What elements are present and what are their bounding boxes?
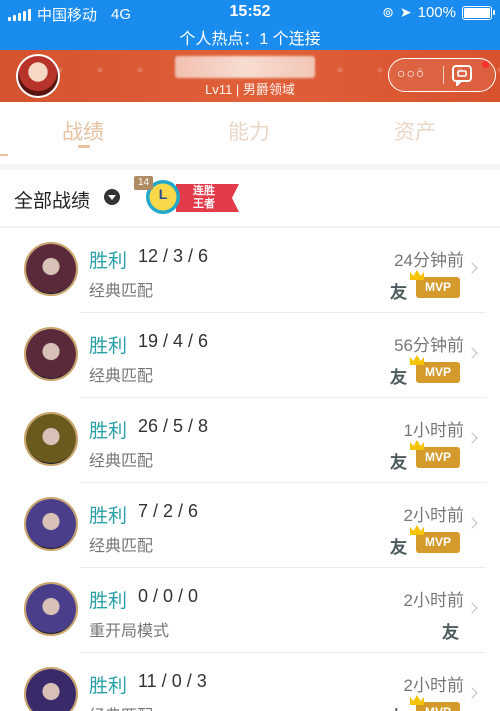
mvp-label: MVP bbox=[424, 450, 451, 464]
match-time: 2小时前 bbox=[403, 676, 464, 695]
tab-record[interactable]: 战绩 bbox=[62, 116, 104, 146]
tab-ability[interactable]: 能力 bbox=[228, 116, 270, 146]
match-row[interactable]: 胜利 19 / 4 / 6 经典匹配 56分钟前友 MVP bbox=[0, 313, 500, 398]
mvp-label: MVP bbox=[425, 705, 451, 711]
crown-icon bbox=[410, 525, 424, 535]
streak-line2: 王者 bbox=[193, 198, 215, 210]
crown-icon bbox=[410, 695, 424, 705]
status-right: ⊚ ➤ 100% bbox=[382, 4, 495, 21]
header-action-pill: ○○○ bbox=[388, 58, 496, 92]
mvp-label: MVP bbox=[424, 535, 451, 549]
hero-avatar bbox=[24, 582, 78, 636]
crown-icon bbox=[410, 355, 424, 365]
streak-line1: 连胜 bbox=[193, 185, 215, 197]
match-mode: 重开局模式 bbox=[89, 623, 170, 640]
chevron-right-icon bbox=[466, 432, 478, 444]
profile-header: Lv11 | 男爵领域 ○○○ bbox=[0, 50, 500, 102]
match-mode: 经典匹配 bbox=[89, 283, 154, 300]
match-result: 胜利 bbox=[89, 676, 128, 697]
match-row[interactable]: 胜利 0 / 0 / 0 重开局模式 2小时前友 bbox=[0, 568, 500, 653]
streak-ribbon: 连胜 王者 bbox=[176, 184, 239, 212]
friend-badge: 友 bbox=[390, 368, 407, 387]
match-result: 胜利 bbox=[89, 336, 128, 357]
notification-dot bbox=[482, 61, 489, 68]
mvp-badge: MVP bbox=[410, 695, 460, 711]
tab-assets[interactable]: 资产 bbox=[394, 116, 436, 146]
mvp-badge: MVP bbox=[410, 525, 460, 553]
match-row[interactable]: 胜利 26 / 5 / 8 经典匹配 1小时前友 MVP bbox=[0, 398, 500, 483]
match-result: 胜利 bbox=[89, 591, 128, 612]
records-filter-label[interactable]: 全部战绩 bbox=[14, 186, 90, 213]
match-row[interactable]: 胜利 11 / 0 / 3 经典匹配 2小时前友 MVP bbox=[0, 653, 500, 711]
chevron-right-icon bbox=[466, 602, 478, 614]
match-mode: 经典匹配 bbox=[89, 368, 154, 385]
hero-avatar bbox=[24, 242, 78, 296]
friend-badge: 友 bbox=[390, 283, 407, 302]
hero-portrait bbox=[26, 499, 76, 549]
friend-badge: 友 bbox=[390, 538, 407, 557]
chat-icon[interactable] bbox=[451, 64, 475, 86]
match-kda: 7 / 2 / 6 bbox=[138, 501, 199, 521]
hero-portrait bbox=[26, 244, 76, 294]
mvp-badge: MVP bbox=[410, 270, 460, 298]
match-kda: 12 / 3 / 6 bbox=[138, 246, 209, 266]
crown-icon bbox=[410, 440, 424, 450]
match-kda: 11 / 0 / 3 bbox=[138, 671, 207, 691]
tab-edge-mark bbox=[0, 154, 8, 156]
match-result: 胜利 bbox=[89, 421, 128, 442]
match-time: 1小时前 bbox=[403, 421, 464, 440]
chevron-right-icon bbox=[466, 517, 478, 529]
hero-avatar bbox=[24, 412, 78, 466]
match-time: 2小时前 bbox=[403, 506, 464, 525]
match-row[interactable]: 胜利 7 / 2 / 6 经典匹配 2小时前友 MVP bbox=[0, 483, 500, 568]
hero-avatar bbox=[24, 667, 78, 711]
mvp-badge: MVP bbox=[410, 355, 460, 383]
friend-badge: 友 bbox=[390, 453, 407, 472]
hero-avatar bbox=[24, 327, 78, 381]
chevron-right-icon bbox=[466, 347, 478, 359]
match-mode: 经典匹配 bbox=[89, 702, 153, 711]
match-result: 胜利 bbox=[89, 251, 128, 272]
mvp-label: MVP bbox=[424, 280, 451, 294]
rotation-lock-icon: ⊚ bbox=[382, 4, 394, 20]
chevron-down-icon[interactable] bbox=[104, 189, 120, 205]
hero-portrait bbox=[26, 584, 76, 634]
match-row[interactable]: 胜利 12 / 3 / 6 经典匹配 24分钟前友 MVP bbox=[0, 228, 500, 313]
location-icon: ➤ bbox=[399, 4, 412, 20]
crown-icon bbox=[410, 270, 424, 280]
tab-bar: 战绩 能力 资产 bbox=[0, 102, 500, 158]
chevron-right-icon bbox=[466, 687, 478, 699]
match-kda: 26 / 5 / 8 bbox=[138, 416, 209, 436]
mvp-label: MVP bbox=[424, 365, 451, 379]
match-kda: 0 / 0 / 0 bbox=[138, 586, 199, 606]
records-section-header: 全部战绩 连胜 王者 L 14 bbox=[0, 170, 500, 226]
match-time: 2小时前 bbox=[403, 591, 464, 610]
match-time: 56分钟前 bbox=[394, 336, 464, 355]
battery-percent: 100% bbox=[417, 4, 456, 21]
hero-avatar bbox=[24, 497, 78, 551]
hotspot-banner[interactable]: 个人热点：1 个连接 bbox=[0, 25, 500, 49]
more-button[interactable]: ○○○ bbox=[397, 65, 425, 81]
mvp-badge: MVP bbox=[410, 440, 460, 468]
chevron-right-icon bbox=[466, 262, 478, 274]
friend-badge: 友 bbox=[390, 703, 410, 711]
friend-badge: 友 bbox=[442, 623, 459, 642]
match-kda: 19 / 4 / 6 bbox=[138, 331, 209, 351]
battery-icon bbox=[462, 5, 495, 20]
pill-divider bbox=[443, 66, 444, 84]
player-name-blurred bbox=[175, 56, 315, 78]
win-streak-badge: 连胜 王者 L 14 bbox=[134, 176, 239, 216]
tab-active-indicator bbox=[78, 145, 90, 148]
match-mode: 经典匹配 bbox=[89, 453, 154, 470]
hero-portrait bbox=[26, 329, 76, 379]
streak-count: 14 bbox=[134, 176, 154, 190]
match-result: 胜利 bbox=[89, 506, 128, 527]
match-time: 24分钟前 bbox=[394, 251, 464, 270]
status-bar: 中国移动 4G 15:52 ⊚ ➤ 100% 个人热点：1 个连接 bbox=[0, 0, 500, 50]
hero-portrait bbox=[26, 414, 76, 464]
hero-portrait bbox=[26, 669, 76, 711]
match-mode: 经典匹配 bbox=[89, 538, 154, 555]
